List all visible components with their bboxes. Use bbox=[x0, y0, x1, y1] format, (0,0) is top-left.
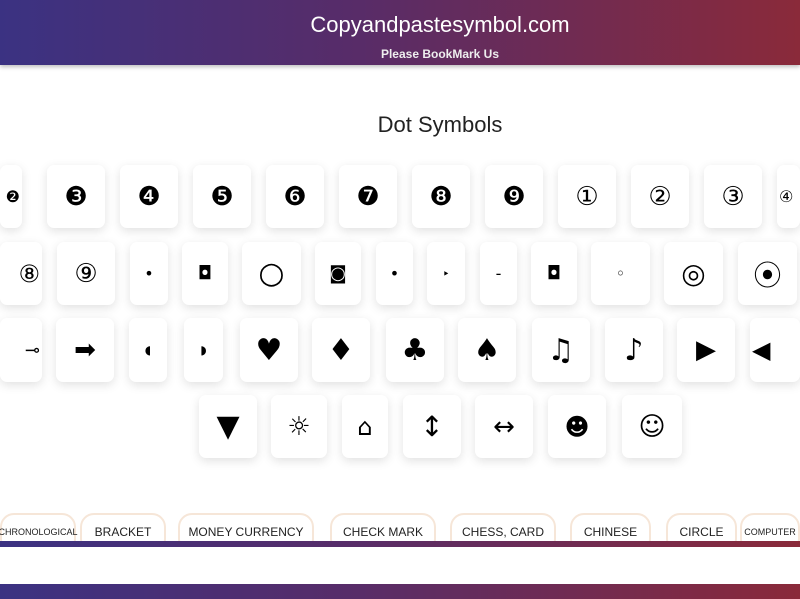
site-subtitle: Please BookMark Us bbox=[380, 47, 500, 61]
symbol-tile[interactable]: ↕ bbox=[403, 395, 461, 458]
page-title: Dot Symbols bbox=[377, 112, 503, 137]
symbol-tile[interactable]: ② bbox=[631, 165, 689, 228]
symbol-tile[interactable]: ‣ bbox=[427, 242, 465, 305]
site-header: Copyandpastesymbol.com Please BookMark U… bbox=[0, 0, 800, 65]
symbol-tile[interactable]: ▶ bbox=[677, 318, 735, 382]
symbol-tile[interactable]: ○ bbox=[242, 242, 301, 305]
symbol-tile[interactable]: ❹ bbox=[120, 165, 178, 228]
footer-space bbox=[0, 547, 800, 584]
symbol-tile[interactable]: ④ bbox=[777, 165, 800, 228]
symbol-tile[interactable]: ◘ bbox=[182, 242, 228, 305]
symbol-tile[interactable]: • bbox=[130, 242, 168, 305]
symbol-tile[interactable]: ❺ bbox=[193, 165, 251, 228]
site-title[interactable]: Copyandpastesymbol.com bbox=[80, 12, 800, 38]
symbol-tile[interactable]: ⌂ bbox=[342, 395, 388, 458]
symbol-tile[interactable]: ♠ bbox=[458, 318, 516, 382]
symbol-tile[interactable]: ♫ bbox=[532, 318, 590, 382]
symbol-tile[interactable]: ◙ bbox=[315, 242, 361, 305]
symbol-tile[interactable]: ◎ bbox=[664, 242, 723, 305]
symbol-tile[interactable]: ❻ bbox=[266, 165, 324, 228]
footer-bar bbox=[0, 584, 800, 599]
symbol-tile[interactable]: - bbox=[480, 242, 517, 305]
symbol-tile[interactable]: • bbox=[376, 242, 413, 305]
symbol-tile[interactable]: ♪ bbox=[605, 318, 663, 382]
symbol-tile[interactable]: ⊸ bbox=[0, 318, 42, 382]
symbol-tile[interactable]: ◀ bbox=[750, 318, 800, 382]
symbol-tile[interactable]: ❾ bbox=[485, 165, 543, 228]
symbol-tile[interactable]: ⑨ bbox=[57, 242, 115, 305]
symbol-tile[interactable]: ◘ bbox=[531, 242, 577, 305]
symbol-tile[interactable]: ⦿ bbox=[738, 242, 797, 305]
symbol-tile[interactable]: ♣ bbox=[386, 318, 444, 382]
symbol-tile[interactable]: ♥ bbox=[240, 318, 298, 382]
symbol-tile[interactable]: ◗ bbox=[184, 318, 223, 382]
symbol-tile[interactable]: ☻ bbox=[548, 395, 606, 458]
symbol-tile[interactable]: ↔ bbox=[475, 395, 533, 458]
symbol-tile[interactable]: ③ bbox=[704, 165, 762, 228]
symbol-tile[interactable]: ◦ bbox=[591, 242, 650, 305]
symbol-tile[interactable]: ❼ bbox=[339, 165, 397, 228]
symbol-tile[interactable]: ❽ bbox=[412, 165, 470, 228]
symbol-tile[interactable]: ① bbox=[558, 165, 616, 228]
symbol-tile[interactable]: ❸ bbox=[47, 165, 105, 228]
symbol-tile[interactable]: ☺ bbox=[622, 395, 682, 458]
symbol-tile[interactable]: ◖ bbox=[129, 318, 167, 382]
symbol-tile[interactable]: ➡ bbox=[56, 318, 114, 382]
symbol-tile[interactable]: ❷ bbox=[0, 165, 22, 228]
symbol-tile[interactable]: ⑧ bbox=[0, 242, 42, 305]
symbol-tile[interactable]: ♦ bbox=[312, 318, 370, 382]
symbol-tile[interactable]: ▼ bbox=[199, 395, 257, 458]
symbol-tile[interactable]: ☼ bbox=[271, 395, 327, 458]
